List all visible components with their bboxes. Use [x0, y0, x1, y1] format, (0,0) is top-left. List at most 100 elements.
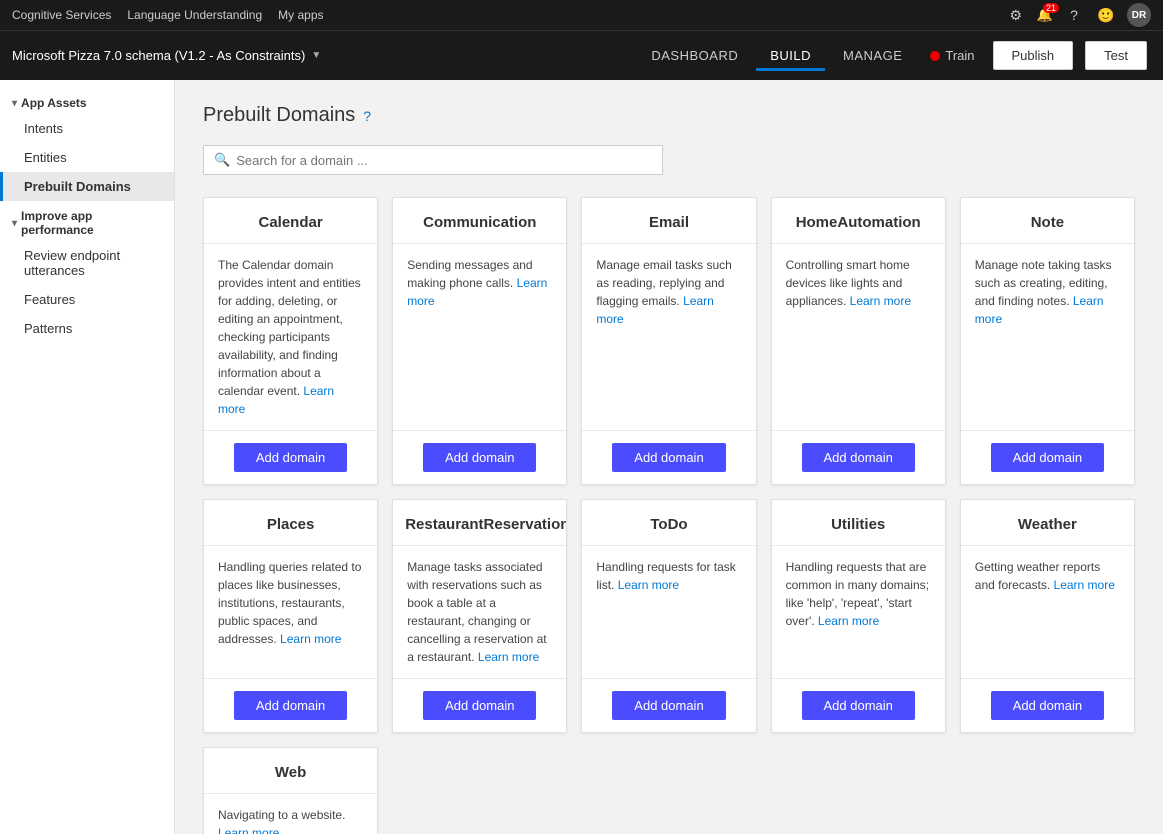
nav-manage[interactable]: MANAGE [829, 40, 916, 71]
nav-build[interactable]: BUILD [756, 40, 825, 71]
domain-learn-more-link[interactable]: Learn more [280, 632, 341, 646]
domain-card-body: Controlling smart home devices like ligh… [772, 244, 945, 430]
sidebar-item-entities[interactable]: Entities [0, 143, 174, 172]
sidebar-item-patterns[interactable]: Patterns [0, 314, 174, 343]
domain-card-title: Web [204, 748, 377, 794]
domain-learn-more-link[interactable]: Learn more [975, 294, 1104, 326]
sidebar-section-improve[interactable]: ▾ Improve app performance [0, 201, 174, 241]
nav-my-apps[interactable]: My apps [278, 8, 323, 22]
domain-card-body: Manage note taking tasks such as creatin… [961, 244, 1134, 430]
add-domain-button[interactable]: Add domain [991, 443, 1104, 472]
domain-card-utilities: UtilitiesHandling requests that are comm… [771, 499, 946, 733]
sidebar-section-app-assets[interactable]: ▾ App Assets [0, 88, 174, 114]
app-title-text: Microsoft Pizza 7.0 schema (V1.2 - As Co… [12, 48, 305, 63]
domain-card-title: HomeAutomation [772, 198, 945, 244]
domain-card-body: Navigating to a website. Learn more [204, 794, 377, 834]
domain-card-footer: Add domain [204, 678, 377, 732]
page-title: Prebuilt Domains [203, 104, 355, 127]
add-domain-button[interactable]: Add domain [612, 691, 725, 720]
top-nav: Cognitive Services Language Understandin… [0, 0, 1163, 30]
domain-learn-more-link[interactable]: Learn more [407, 276, 547, 308]
add-domain-button[interactable]: Add domain [802, 443, 915, 472]
top-nav-icons: ⚙ 🔔 21 ? 🙂 DR [1005, 3, 1151, 27]
domain-learn-more-link[interactable]: Learn more [818, 614, 879, 628]
add-domain-button[interactable]: Add domain [423, 691, 536, 720]
domain-learn-more-link[interactable]: Learn more [478, 650, 539, 664]
domain-learn-more-link[interactable]: Learn more [618, 578, 679, 592]
add-domain-button[interactable]: Add domain [612, 443, 725, 472]
train-label: Train [945, 48, 974, 63]
app-header: Microsoft Pizza 7.0 schema (V1.2 - As Co… [0, 30, 1163, 80]
domain-card-restaurantreservation: RestaurantReservationManage tasks associ… [392, 499, 567, 733]
add-domain-button[interactable]: Add domain [991, 691, 1104, 720]
sidebar-section-app-assets-label: App Assets [21, 96, 87, 110]
add-domain-button[interactable]: Add domain [423, 443, 536, 472]
domain-card-body: Handling queries related to places like … [204, 546, 377, 678]
caret-down-icon-2: ▾ [12, 218, 17, 229]
caret-down-icon: ▾ [12, 98, 17, 109]
add-domain-button[interactable]: Add domain [234, 691, 347, 720]
domain-card-footer: Add domain [393, 430, 566, 484]
sidebar-item-prebuilt-domains[interactable]: Prebuilt Domains [0, 172, 174, 201]
train-button[interactable]: Train [920, 42, 984, 69]
domain-card-footer: Add domain [961, 430, 1134, 484]
domain-card-body: The Calendar domain provides intent and … [204, 244, 377, 430]
sidebar-item-review-utterances[interactable]: Review endpoint utterances [0, 241, 174, 285]
domain-learn-more-link[interactable]: Learn more [218, 826, 279, 834]
domain-card-title: Weather [961, 500, 1134, 546]
notification-count: 21 [1043, 3, 1059, 13]
domain-card-body: Handling requests that are common in man… [772, 546, 945, 678]
domain-card-title: RestaurantReservation [393, 500, 566, 546]
domain-card-note: NoteManage note taking tasks such as cre… [960, 197, 1135, 485]
nav-dashboard[interactable]: DASHBOARD [637, 40, 752, 71]
notification-bell[interactable]: 🔔 21 [1037, 7, 1053, 23]
smiley-icon[interactable]: 🙂 [1095, 4, 1117, 26]
sidebar-item-intents[interactable]: Intents [0, 114, 174, 143]
domain-card-body: Handling requests for task list. Learn m… [582, 546, 755, 678]
sidebar: ▾ App Assets Intents Entities Prebuilt D… [0, 80, 175, 834]
train-status-dot [930, 51, 940, 61]
domain-card-communication: CommunicationSending messages and making… [392, 197, 567, 485]
test-button[interactable]: Test [1085, 41, 1147, 70]
publish-button[interactable]: Publish [993, 41, 1074, 70]
layout: ▾ App Assets Intents Entities Prebuilt D… [0, 80, 1163, 834]
domain-card-title: Places [204, 500, 377, 546]
domain-card-title: Calendar [204, 198, 377, 244]
add-domain-button[interactable]: Add domain [234, 443, 347, 472]
sidebar-item-features[interactable]: Features [0, 285, 174, 314]
domain-card-title: Email [582, 198, 755, 244]
domain-learn-more-link[interactable]: Learn more [1054, 578, 1115, 592]
domain-card-body: Getting weather reports and forecasts. L… [961, 546, 1134, 678]
domain-card-footer: Add domain [582, 430, 755, 484]
page-help-icon[interactable]: ? [363, 108, 371, 124]
domain-card-footer: Add domain [772, 678, 945, 732]
app-title[interactable]: Microsoft Pizza 7.0 schema (V1.2 - As Co… [12, 48, 321, 63]
search-bar: 🔍 [203, 145, 663, 175]
avatar[interactable]: DR [1127, 3, 1151, 27]
domain-card-web: WebNavigating to a website. Learn moreAd… [203, 747, 378, 834]
domain-card-title: ToDo [582, 500, 755, 546]
domain-card-calendar: CalendarThe Calendar domain provides int… [203, 197, 378, 485]
page-title-row: Prebuilt Domains ? [203, 104, 1135, 127]
domain-card-body: Manage email tasks such as reading, repl… [582, 244, 755, 430]
sidebar-section-improve-label: Improve app performance [21, 209, 162, 237]
domain-learn-more-link[interactable]: Learn more [850, 294, 911, 308]
domain-card-email: EmailManage email tasks such as reading,… [581, 197, 756, 485]
domain-card-body: Manage tasks associated with reservation… [393, 546, 566, 678]
domain-card-todo: ToDoHandling requests for task list. Lea… [581, 499, 756, 733]
settings-icon[interactable]: ⚙ [1005, 4, 1027, 26]
main-content: Prebuilt Domains ? 🔍 CalendarThe Calenda… [175, 80, 1163, 834]
domain-learn-more-link[interactable]: Learn more [218, 384, 334, 416]
domain-learn-more-link[interactable]: Learn more [596, 294, 713, 326]
add-domain-button[interactable]: Add domain [802, 691, 915, 720]
chevron-down-icon: ▼ [311, 50, 321, 61]
nav-cognitive-services[interactable]: Cognitive Services [12, 8, 111, 22]
help-icon[interactable]: ? [1063, 4, 1085, 26]
header-nav: DASHBOARD BUILD MANAGE Train Publish Tes… [637, 40, 1151, 71]
domain-cards-grid: CalendarThe Calendar domain provides int… [203, 197, 1135, 834]
domain-card-footer: Add domain [393, 678, 566, 732]
domain-card-title: Communication [393, 198, 566, 244]
domain-card-places: PlacesHandling queries related to places… [203, 499, 378, 733]
nav-language-understanding[interactable]: Language Understanding [127, 8, 262, 22]
search-input[interactable] [236, 153, 652, 168]
